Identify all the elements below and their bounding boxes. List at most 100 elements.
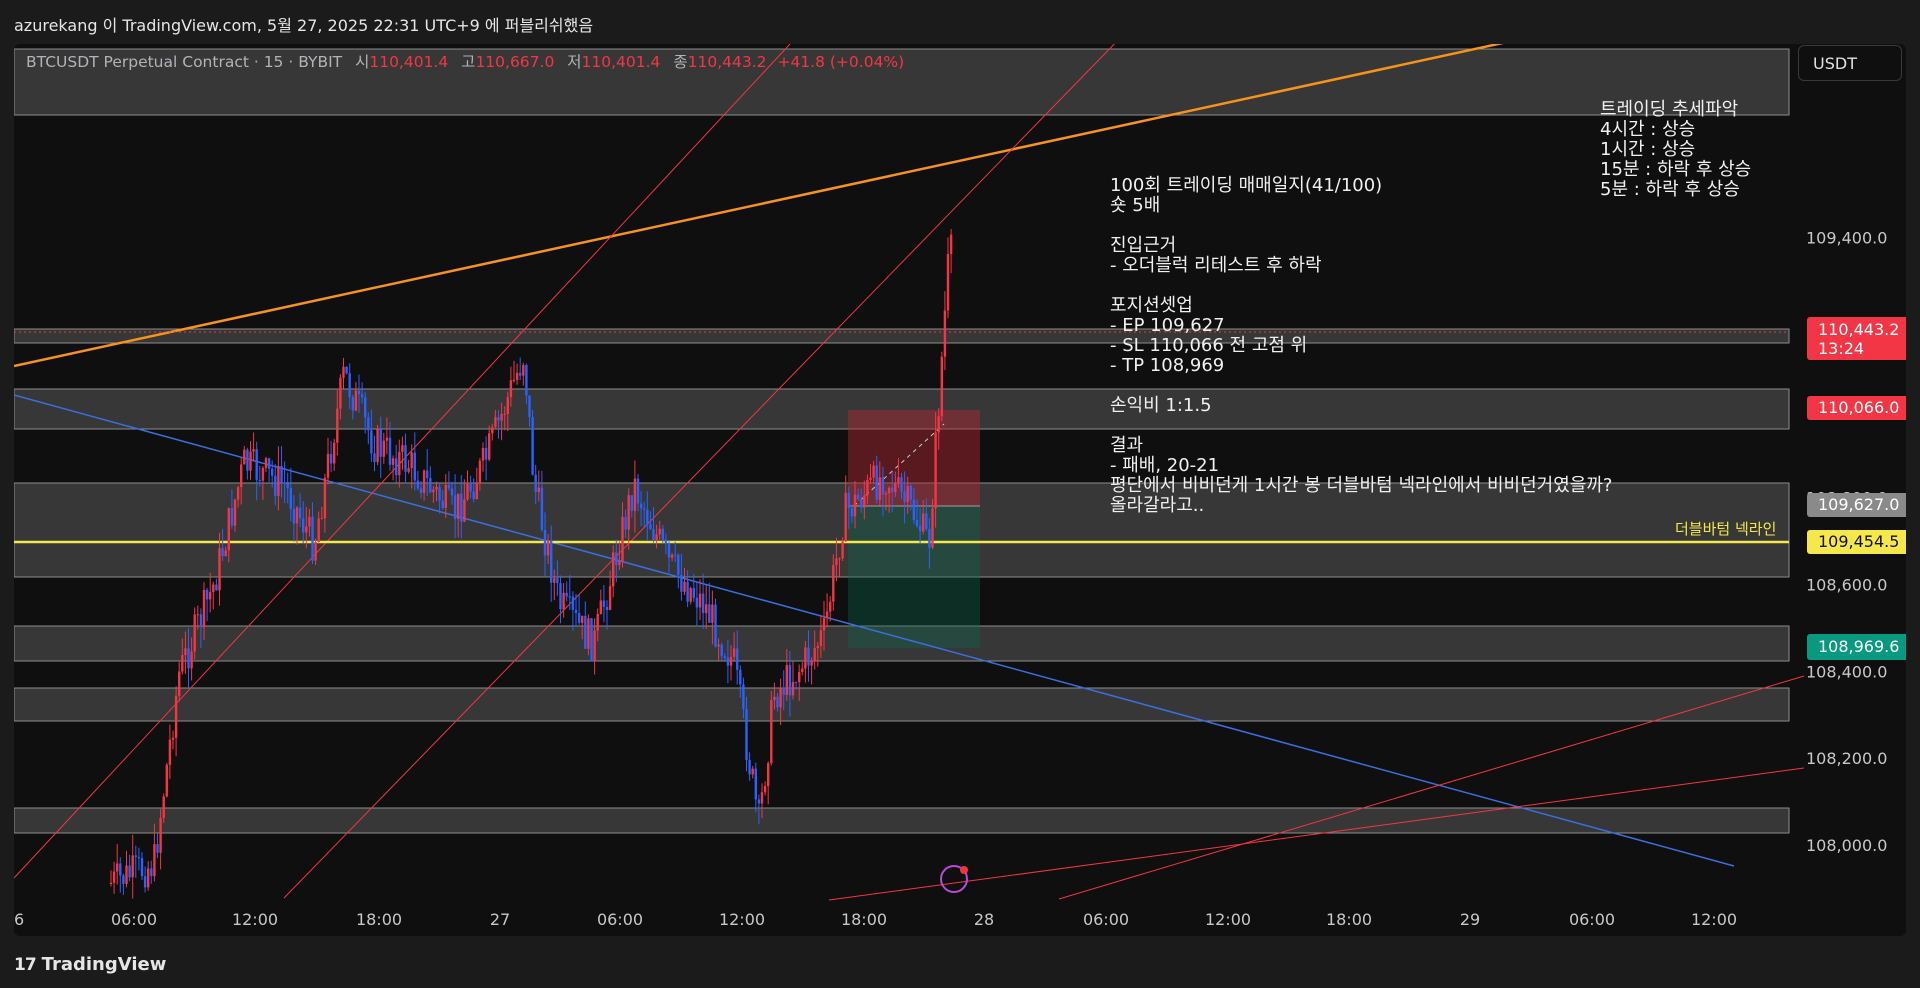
candle-body [779, 687, 782, 708]
candle-body [798, 671, 801, 683]
candle-body [689, 588, 692, 602]
take-profit-tag: 108,969.6 [1807, 634, 1906, 660]
candle-body [503, 413, 506, 415]
candle-body [559, 583, 562, 610]
candle-body [460, 493, 463, 522]
candle-body [373, 453, 376, 463]
candle-body [463, 499, 466, 522]
candle-body [143, 876, 147, 888]
candle-body [469, 483, 472, 492]
candle-body [537, 487, 540, 493]
currency-selector[interactable]: USDT [1798, 45, 1902, 81]
candle-body [726, 657, 730, 666]
candle-body [748, 760, 751, 775]
candle-body [438, 486, 441, 501]
candle-body [339, 377, 342, 409]
candle-body [701, 593, 705, 614]
candle-body [147, 868, 150, 888]
candle-body [497, 417, 500, 421]
candle-body [658, 528, 661, 535]
change-value: +41.8 (+0.04%) [777, 53, 905, 71]
candle-body [807, 647, 810, 666]
candle-body [835, 558, 838, 566]
brand-name: TradingView [41, 954, 167, 975]
candle-body [605, 606, 609, 610]
candle-body [825, 611, 829, 618]
candle-body [305, 526, 308, 533]
candle-body [227, 508, 230, 551]
candle-body [466, 483, 469, 500]
neckline-label[interactable]: 더블바텀 넥라인 [1675, 519, 1776, 539]
candle-body [794, 682, 798, 684]
red-channel-line [283, 44, 1115, 899]
candle-body [646, 509, 649, 525]
candle-body [785, 665, 788, 695]
time-axis-label: 12:00 [719, 910, 765, 929]
candle-body [540, 487, 544, 530]
candle-body [565, 592, 568, 597]
candle-body [525, 365, 528, 396]
candle-body [413, 452, 416, 481]
last-price-value: 110,443.2 [1818, 320, 1900, 339]
candle-body [822, 617, 826, 631]
candle-body [240, 464, 243, 488]
candle-body [856, 494, 860, 500]
candle-body [692, 588, 695, 598]
candle-body [345, 366, 348, 374]
candle-body [615, 552, 618, 566]
candle-body [357, 390, 361, 395]
candle-body [636, 478, 640, 504]
candle-body [277, 466, 280, 496]
candle-body [491, 426, 494, 434]
candle-body [246, 449, 249, 471]
candle-body [159, 817, 162, 853]
candle-body [887, 487, 891, 494]
candle-body [193, 614, 196, 652]
candle-body [218, 548, 221, 591]
chart-area[interactable]: 111,400.0111,200.0111,000.0110,800.0110,… [14, 44, 1906, 936]
candle-body [125, 865, 128, 884]
candle-body [429, 478, 432, 493]
candle-body [751, 768, 754, 775]
candle-body [178, 671, 181, 696]
candle-body [705, 604, 708, 614]
candle-body [432, 489, 435, 493]
candle-body [670, 554, 674, 558]
candle-body [364, 397, 367, 418]
candle-body [875, 465, 878, 500]
candle-body [286, 483, 289, 489]
candle-body [925, 513, 928, 529]
candle-body [860, 499, 863, 508]
candle-body [367, 417, 370, 431]
time-axis-label: 12:00 [232, 910, 278, 929]
event-dot-icon [960, 866, 968, 874]
candle-body [562, 592, 565, 610]
candle-body [841, 541, 844, 559]
candle-body [398, 451, 401, 476]
candle-body [850, 508, 854, 517]
red-support-line [828, 767, 1805, 901]
symbol-name[interactable]: BTCUSDT Perpetual Contract · 15 · BYBIT [26, 53, 342, 71]
candle-body [336, 408, 339, 443]
candle-body [472, 491, 475, 500]
candle-body [801, 668, 804, 672]
candle-body [174, 695, 178, 738]
candle-body [745, 708, 748, 761]
candle-body [261, 467, 265, 481]
tradingview-brand[interactable]: 17 TradingView [14, 954, 166, 975]
journal-note[interactable]: 100회 트레이딩 매매일지(41/100) 숏 5배 진입근거 - 오더블럭 … [1110, 176, 1612, 516]
candle-body [782, 687, 785, 695]
candle-body [156, 844, 159, 853]
trend-note[interactable]: 트레이딩 추세파악 4시간 : 상승 1시간 : 상승 15분 : 하락 후 상… [1600, 100, 1751, 200]
candle-body [233, 499, 237, 526]
candle-body [348, 373, 351, 397]
entry-price-tag: 109,627.0 [1807, 493, 1906, 517]
candle-body [760, 792, 764, 804]
candle-body [878, 477, 881, 500]
candle-body [863, 495, 866, 508]
candle-body [655, 534, 658, 541]
candle-body [416, 480, 420, 489]
low-label: 저 [567, 53, 582, 71]
candle-body [767, 763, 770, 787]
candle-body [323, 477, 327, 519]
